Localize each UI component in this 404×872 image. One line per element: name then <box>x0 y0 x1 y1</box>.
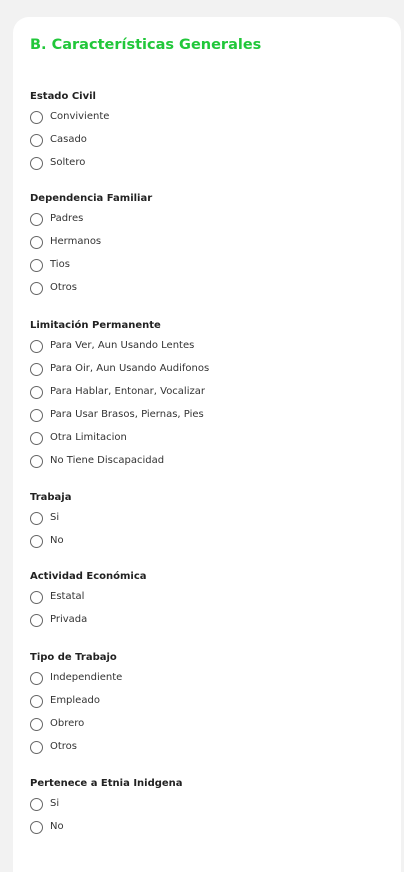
option-label: Otros <box>50 282 78 293</box>
radio-option-privada[interactable]: Privada <box>30 612 147 628</box>
radio-option-otra-limitacion[interactable]: Otra Limitacion <box>30 430 209 446</box>
radio-option-soltero[interactable]: Soltero <box>30 155 109 171</box>
group-limitacion-permanente: Limitación Permanente Para Ver, Aun Usan… <box>30 320 209 476</box>
radio-circle-icon[interactable] <box>30 454 43 468</box>
radio-circle-icon[interactable] <box>30 820 43 834</box>
section-title: B. Características Generales <box>30 37 262 53</box>
radio-circle-icon[interactable] <box>30 281 43 295</box>
radio-circle-icon[interactable] <box>30 133 43 147</box>
form-card: B. Características Generales Estado Civi… <box>13 17 401 872</box>
radio-circle-icon[interactable] <box>30 258 43 272</box>
option-label: Obrero <box>50 718 85 729</box>
group-estado-civil: Estado Civil Conviviente Casado Soltero <box>30 91 109 178</box>
radio-circle-icon[interactable] <box>30 235 43 249</box>
radio-circle-icon[interactable] <box>30 362 43 376</box>
radio-option-empleado[interactable]: Empleado <box>30 693 122 709</box>
option-label: Privada <box>50 614 88 625</box>
group-label: Limitación Permanente <box>30 320 161 331</box>
radio-option-hermanos[interactable]: Hermanos <box>30 234 152 250</box>
radio-option-tios[interactable]: Tios <box>30 257 152 273</box>
option-label: Si <box>50 512 60 523</box>
radio-circle-icon[interactable] <box>30 212 43 226</box>
option-label: Independiente <box>50 672 123 683</box>
radio-circle-icon[interactable] <box>30 156 43 170</box>
radio-circle-icon[interactable] <box>30 110 43 124</box>
option-label: No <box>50 821 64 832</box>
option-label: Soltero <box>50 157 86 168</box>
option-label: Estatal <box>50 591 85 602</box>
radio-circle-icon[interactable] <box>30 385 43 399</box>
group-label: Estado Civil <box>30 91 96 102</box>
radio-circle-icon[interactable] <box>30 717 43 731</box>
radio-option-independiente[interactable]: Independiente <box>30 670 122 686</box>
option-label: Conviviente <box>50 111 110 122</box>
radio-option-otros[interactable]: Otros <box>30 739 122 755</box>
radio-circle-icon[interactable] <box>30 511 43 525</box>
radio-circle-icon[interactable] <box>30 613 43 627</box>
group-pertenece-etnia-indigena: Pertenece a Etnia Inidgena Si No <box>30 778 183 842</box>
radio-option-si[interactable]: Si <box>30 510 71 526</box>
radio-circle-icon[interactable] <box>30 534 43 548</box>
option-label: Para Oir, Aun Usando Audifonos <box>50 363 210 374</box>
radio-option-para-ver[interactable]: Para Ver, Aun Usando Lentes <box>30 338 209 354</box>
option-label: No Tiene Discapacidad <box>50 455 165 466</box>
group-label: Actividad Económica <box>30 571 147 582</box>
option-label: No <box>50 535 64 546</box>
radio-option-no[interactable]: No <box>30 533 71 549</box>
option-label: Padres <box>50 213 84 224</box>
radio-option-para-usar-brasos[interactable]: Para Usar Brasos, Piernas, Pies <box>30 407 209 423</box>
option-label: Hermanos <box>50 236 102 247</box>
radio-circle-icon[interactable] <box>30 797 43 811</box>
radio-option-no-tiene-discapacidad[interactable]: No Tiene Discapacidad <box>30 453 209 469</box>
radio-circle-icon[interactable] <box>30 671 43 685</box>
radio-option-casado[interactable]: Casado <box>30 132 109 148</box>
radio-option-si[interactable]: Si <box>30 796 183 812</box>
group-label: Dependencia Familiar <box>30 193 153 204</box>
group-label: Trabaja <box>30 492 72 503</box>
radio-option-obrero[interactable]: Obrero <box>30 716 122 732</box>
radio-option-para-hablar[interactable]: Para Hablar, Entonar, Vocalizar <box>30 384 209 400</box>
radio-option-padres[interactable]: Padres <box>30 211 152 227</box>
radio-option-otros[interactable]: Otros <box>30 280 152 296</box>
radio-circle-icon[interactable] <box>30 590 43 604</box>
radio-circle-icon[interactable] <box>30 431 43 445</box>
option-label: Otros <box>50 741 78 752</box>
option-label: Casado <box>50 134 87 145</box>
group-dependencia-familiar: Dependencia Familiar Padres Hermanos Tio… <box>30 193 152 303</box>
radio-option-no[interactable]: No <box>30 819 183 835</box>
group-label: Tipo de Trabajo <box>30 652 117 663</box>
group-tipo-de-trabajo: Tipo de Trabajo Independiente Empleado O… <box>30 652 122 762</box>
radio-circle-icon[interactable] <box>30 740 43 754</box>
radio-option-estatal[interactable]: Estatal <box>30 589 147 605</box>
option-label: Otra Limitacion <box>50 432 127 443</box>
radio-circle-icon[interactable] <box>30 339 43 353</box>
option-label: Para Usar Brasos, Piernas, Pies <box>50 409 204 420</box>
option-label: Si <box>50 798 60 809</box>
radio-circle-icon[interactable] <box>30 408 43 422</box>
option-label: Empleado <box>50 695 100 706</box>
option-label: Tios <box>50 259 70 270</box>
group-label: Pertenece a Etnia Inidgena <box>30 778 183 789</box>
radio-option-para-oir[interactable]: Para Oir, Aun Usando Audifonos <box>30 361 209 377</box>
radio-circle-icon[interactable] <box>30 694 43 708</box>
group-trabaja: Trabaja Si No <box>30 492 71 556</box>
option-label: Para Hablar, Entonar, Vocalizar <box>50 386 205 397</box>
radio-option-conviviente[interactable]: Conviviente <box>30 109 109 125</box>
group-actividad-economica: Actividad Económica Estatal Privada <box>30 571 147 635</box>
option-label: Para Ver, Aun Usando Lentes <box>50 340 195 351</box>
